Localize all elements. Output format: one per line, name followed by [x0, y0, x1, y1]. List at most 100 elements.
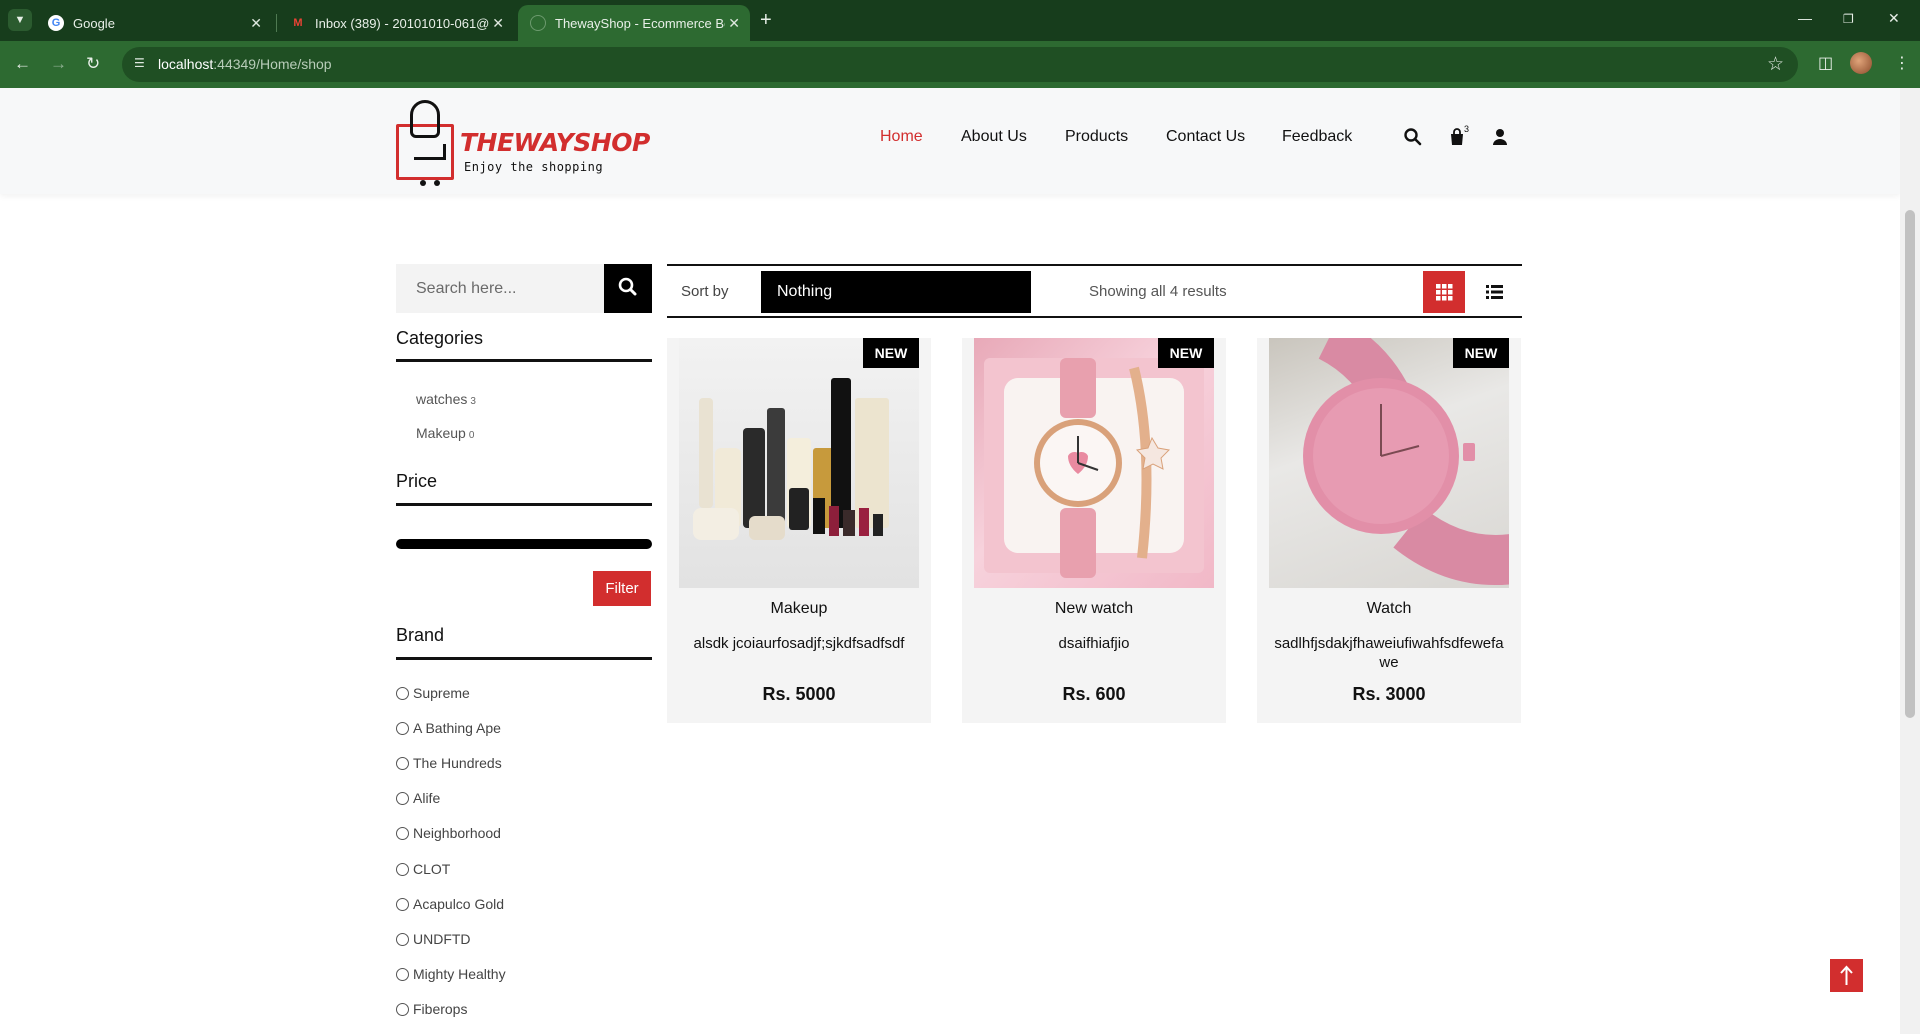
page-scrollbar[interactable]	[1900, 88, 1920, 1034]
pink-watch-illustration	[1303, 338, 1509, 585]
filter-button[interactable]: Filter	[593, 571, 651, 606]
divider	[396, 657, 652, 660]
nav-about-us[interactable]: About Us	[961, 128, 1027, 146]
tab-gmail[interactable]: M Inbox (389) - 20101010-061@u ✕	[278, 5, 514, 41]
back-arrow-icon[interactable]: ←	[14, 54, 31, 74]
bookmark-star-icon[interactable]: ☆	[1767, 53, 1784, 76]
brand-radio-undftd[interactable]: UNDFTD	[396, 931, 471, 947]
radio-button[interactable]	[396, 826, 409, 840]
product-name[interactable]: Makeup	[667, 600, 931, 618]
address-toolbar: ← → ↻ ☰ localhost:44349/Home/shop ☆ ◫ ⋮	[0, 41, 1920, 88]
product-card[interactable]: NEW Watch sadlhfjsdakjfhaweiufiwahfsdfew…	[1257, 338, 1521, 723]
page-viewport: THEWAYSHOP Enjoy the shopping Home About…	[0, 88, 1900, 1034]
logo-wheel	[434, 180, 440, 186]
category-watches[interactable]: watches 3	[416, 391, 476, 407]
tab-google[interactable]: G Google ✕	[36, 5, 272, 41]
product-name[interactable]: New watch	[962, 600, 1226, 618]
arrow-up-icon	[1840, 965, 1853, 985]
logo[interactable]: THEWAYSHOP Enjoy the shopping	[396, 100, 650, 188]
brand-radio-the-hundreds[interactable]: The Hundreds	[396, 755, 502, 771]
search-button[interactable]	[604, 264, 652, 313]
radio-button[interactable]	[396, 932, 409, 946]
product-image-makeup[interactable]: NEW	[679, 338, 919, 588]
radio-button[interactable]	[396, 756, 409, 770]
nav-home[interactable]: Home	[880, 128, 923, 146]
menu-kebab-icon[interactable]: ⋮	[1894, 53, 1910, 73]
product-price: Rs. 3000	[1352, 684, 1426, 704]
back-to-top-button[interactable]	[1830, 959, 1863, 992]
url-text[interactable]: localhost:44349/Home/shop	[158, 56, 332, 72]
tab-search-chevron-icon[interactable]: ▼	[8, 9, 32, 31]
radio-button[interactable]	[396, 897, 409, 911]
radio-button[interactable]	[396, 791, 409, 805]
product-card[interactable]: NEW Makeup alsdk jcoiaurfosadjf;sjkdfsad…	[667, 338, 931, 723]
list-view-icon	[1486, 285, 1503, 299]
radio-button[interactable]	[396, 686, 409, 700]
radio-button[interactable]	[396, 1002, 409, 1016]
logo-handle-shape	[410, 100, 440, 138]
radio-button[interactable]	[396, 862, 409, 876]
brand-radio-fiberops[interactable]: Fiberops	[396, 1001, 467, 1017]
grid-view-button[interactable]	[1423, 271, 1465, 313]
radio-button[interactable]	[396, 721, 409, 735]
product-price: Rs. 5000	[762, 684, 836, 704]
brand-radio-neighborhood[interactable]: Neighborhood	[396, 825, 501, 841]
logo-brand-text: THEWAYSHOP	[460, 128, 650, 157]
radio-button[interactable]	[396, 967, 409, 981]
tab-separator	[276, 14, 277, 32]
new-badge: NEW	[863, 338, 919, 368]
close-tab-icon[interactable]: ✕	[250, 15, 262, 32]
user-icon[interactable]	[1490, 126, 1510, 148]
cart-count-badge: 3	[1464, 124, 1470, 134]
category-makeup[interactable]: Makeup 0	[416, 425, 474, 441]
address-bar[interactable]: ☰ localhost:44349/Home/shop ☆	[122, 47, 1798, 82]
new-badge: NEW	[1158, 338, 1214, 368]
sort-by-label: Sort by	[681, 283, 729, 300]
search-icon[interactable]	[1403, 126, 1423, 148]
product-image-watch[interactable]: NEW	[1269, 338, 1509, 588]
brand-radio-alife[interactable]: Alife	[396, 790, 440, 806]
restore-icon[interactable]: ❐	[1843, 12, 1854, 26]
minimize-icon[interactable]: —	[1798, 10, 1812, 26]
list-view-button[interactable]	[1473, 271, 1515, 313]
shop-search-input[interactable]	[396, 264, 604, 313]
brand-title: Brand	[396, 625, 445, 645]
brand-radio-mighty-healthy[interactable]: Mighty Healthy	[396, 966, 506, 982]
divider	[396, 359, 652, 362]
reload-icon[interactable]: ↻	[86, 54, 100, 74]
brand-radio-clot[interactable]: CLOT	[396, 861, 450, 877]
product-name[interactable]: Watch	[1257, 600, 1521, 618]
profile-avatar[interactable]	[1850, 52, 1872, 74]
shop-toolbar: Sort by Nothing Showing all 4 results	[667, 264, 1522, 318]
brand-radio-supreme[interactable]: Supreme	[396, 685, 470, 701]
nav-contact-us[interactable]: Contact Us	[1166, 128, 1245, 146]
pink-watch-box-illustration	[984, 358, 1204, 578]
product-description: sadlhfjsdakjfhaweiufiwahfsdfewefa we	[1274, 635, 1504, 671]
categories-title: Categories	[396, 328, 484, 348]
tab-thewayshop[interactable]: ThewayShop - Ecommerce Boo ✕	[518, 5, 750, 41]
price-range-slider[interactable]	[396, 539, 652, 549]
close-window-icon[interactable]: ✕	[1888, 10, 1900, 27]
sort-select[interactable]: Nothing	[761, 271, 1031, 313]
logo-wheel	[420, 180, 426, 186]
product-price: Rs. 600	[1062, 684, 1126, 704]
product-description: dsaifhiafjio	[1058, 635, 1130, 652]
side-panel-icon[interactable]: ◫	[1818, 53, 1833, 73]
gmail-favicon-icon: M	[293, 17, 303, 29]
nav-products[interactable]: Products	[1065, 128, 1128, 146]
scrollbar-thumb[interactable]	[1905, 210, 1915, 718]
google-favicon-icon: G	[48, 15, 64, 31]
product-card[interactable]: NEW New watch dsaifhiafjio Rs. 600	[962, 338, 1226, 723]
close-tab-icon[interactable]: ✕	[728, 15, 740, 32]
brand-radio-acapulco-gold[interactable]: Acapulco Gold	[396, 896, 504, 912]
new-badge: NEW	[1453, 338, 1509, 368]
forward-arrow-icon[interactable]: →	[50, 54, 67, 74]
brand-radio-a-bathing-ape[interactable]: A Bathing Ape	[396, 720, 501, 736]
nav-feedback[interactable]: Feedback	[1282, 128, 1352, 146]
divider	[396, 503, 652, 506]
new-tab-plus-icon[interactable]: +	[760, 9, 772, 31]
search-icon	[618, 277, 637, 296]
product-image-new-watch[interactable]: NEW	[974, 338, 1214, 588]
site-info-icon[interactable]: ☰	[134, 56, 150, 72]
close-tab-icon[interactable]: ✕	[492, 15, 504, 32]
